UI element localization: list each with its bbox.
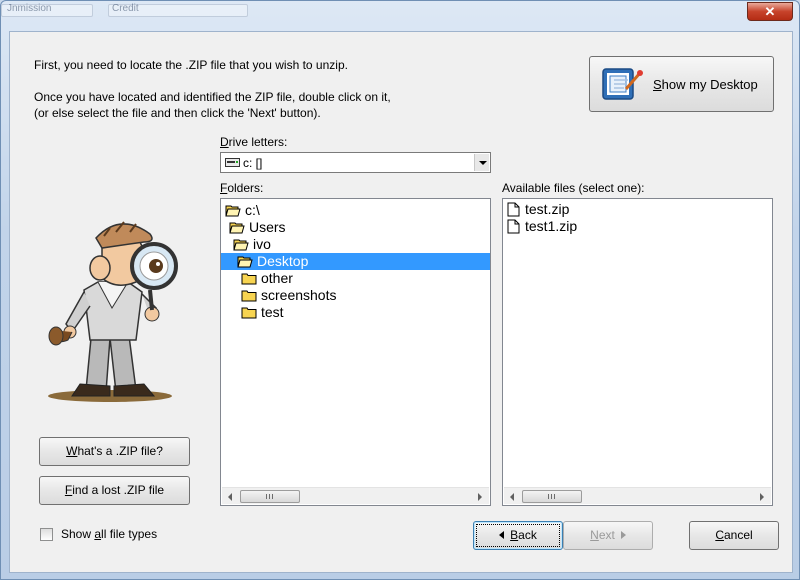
- files-list[interactable]: test.zip test1.zip: [502, 198, 773, 506]
- folder-item[interactable]: screenshots: [221, 287, 490, 304]
- grip-icon: [548, 494, 556, 499]
- scroll-thumb[interactable]: [240, 490, 300, 503]
- scroll-thumb[interactable]: [522, 490, 582, 503]
- file-item[interactable]: test.zip: [503, 201, 772, 218]
- close-icon: ✕: [764, 4, 776, 19]
- show-desktop-label: Show my Desktop: [653, 77, 758, 92]
- folder-item[interactable]: Desktop: [221, 253, 490, 270]
- scroll-left-icon[interactable]: [510, 493, 514, 501]
- title-bar[interactable]: Jnmission Credit ✕: [1, 1, 800, 25]
- grip-icon: [266, 494, 274, 499]
- instruction-line-2: Once you have located and identified the…: [34, 90, 391, 104]
- file-item[interactable]: test1.zip: [503, 218, 772, 235]
- folders-label: Folders:: [220, 181, 264, 195]
- chevron-down-icon[interactable]: [474, 154, 489, 171]
- back-arrow-icon: [499, 531, 505, 539]
- folder-item-label: Desktop: [257, 253, 309, 269]
- show-all-checkbox[interactable]: [40, 528, 53, 541]
- drive-letters-label: Drive letters:: [220, 135, 288, 149]
- folder-item[interactable]: Users: [221, 219, 490, 236]
- dialog-client-area: First, you need to locate the .ZIP file …: [9, 31, 793, 573]
- folder-item[interactable]: ivo: [221, 236, 490, 253]
- window-frame: Jnmission Credit ✕ First, you need to lo…: [0, 0, 800, 580]
- folder-item-label: Users: [249, 219, 286, 235]
- folder-item-label: ivo: [253, 236, 271, 252]
- show-desktop-button[interactable]: Show my Desktop: [589, 56, 774, 112]
- detective-illustration: [48, 221, 178, 402]
- folders-list[interactable]: c:\ Users ivo Desktop other screenshots test: [220, 198, 491, 506]
- scroll-right-icon[interactable]: [478, 493, 482, 501]
- file-item-label: test1.zip: [525, 218, 578, 234]
- folder-item[interactable]: other: [221, 270, 490, 287]
- back-button[interactable]: Back: [473, 521, 563, 550]
- folder-item-label: other: [261, 270, 293, 286]
- drive-select[interactable]: c: []: [220, 152, 491, 173]
- ghost-label-2: Credit: [112, 3, 139, 14]
- desktop-icon: [602, 68, 643, 100]
- folder-item[interactable]: c:\: [221, 202, 490, 219]
- files-horizontal-scrollbar[interactable]: [504, 487, 771, 504]
- find-lost-zip-label: Find a lost .ZIP file: [64, 483, 165, 497]
- scroll-left-icon[interactable]: [228, 493, 232, 501]
- scroll-right-icon[interactable]: [760, 493, 764, 501]
- next-label: Next: [590, 528, 615, 542]
- whats-zip-button[interactable]: What's a .ZIP file?: [39, 437, 190, 466]
- cancel-label: Cancel: [715, 528, 753, 542]
- next-button[interactable]: Next: [563, 521, 653, 550]
- cancel-button[interactable]: Cancel: [689, 521, 779, 550]
- hard-drive-icon: [225, 158, 240, 167]
- folders-horizontal-scrollbar[interactable]: [222, 487, 489, 504]
- file-item-label: test.zip: [525, 201, 570, 217]
- back-label: Back: [510, 528, 537, 542]
- close-button[interactable]: ✕: [747, 2, 793, 21]
- show-all-label[interactable]: Show all file types: [61, 527, 157, 541]
- available-files-label: Available files (select one):: [502, 181, 645, 195]
- folder-item-label: screenshots: [261, 287, 337, 303]
- folder-item-label: test: [261, 304, 284, 320]
- instruction-line-1: First, you need to locate the .ZIP file …: [34, 58, 348, 72]
- folder-icon: [241, 306, 257, 323]
- find-lost-zip-button[interactable]: Find a lost .ZIP file: [39, 476, 190, 505]
- ghost-label-1: Jnmission: [7, 3, 52, 14]
- drive-select-value: c: []: [243, 156, 263, 170]
- file-icon: [507, 219, 520, 238]
- whats-zip-label: What's a .ZIP file?: [66, 444, 163, 458]
- folder-item[interactable]: test: [221, 304, 490, 321]
- next-arrow-icon: [620, 531, 626, 539]
- folder-item-label: c:\: [245, 202, 260, 218]
- instruction-line-3: (or else select the file and then click …: [34, 106, 321, 120]
